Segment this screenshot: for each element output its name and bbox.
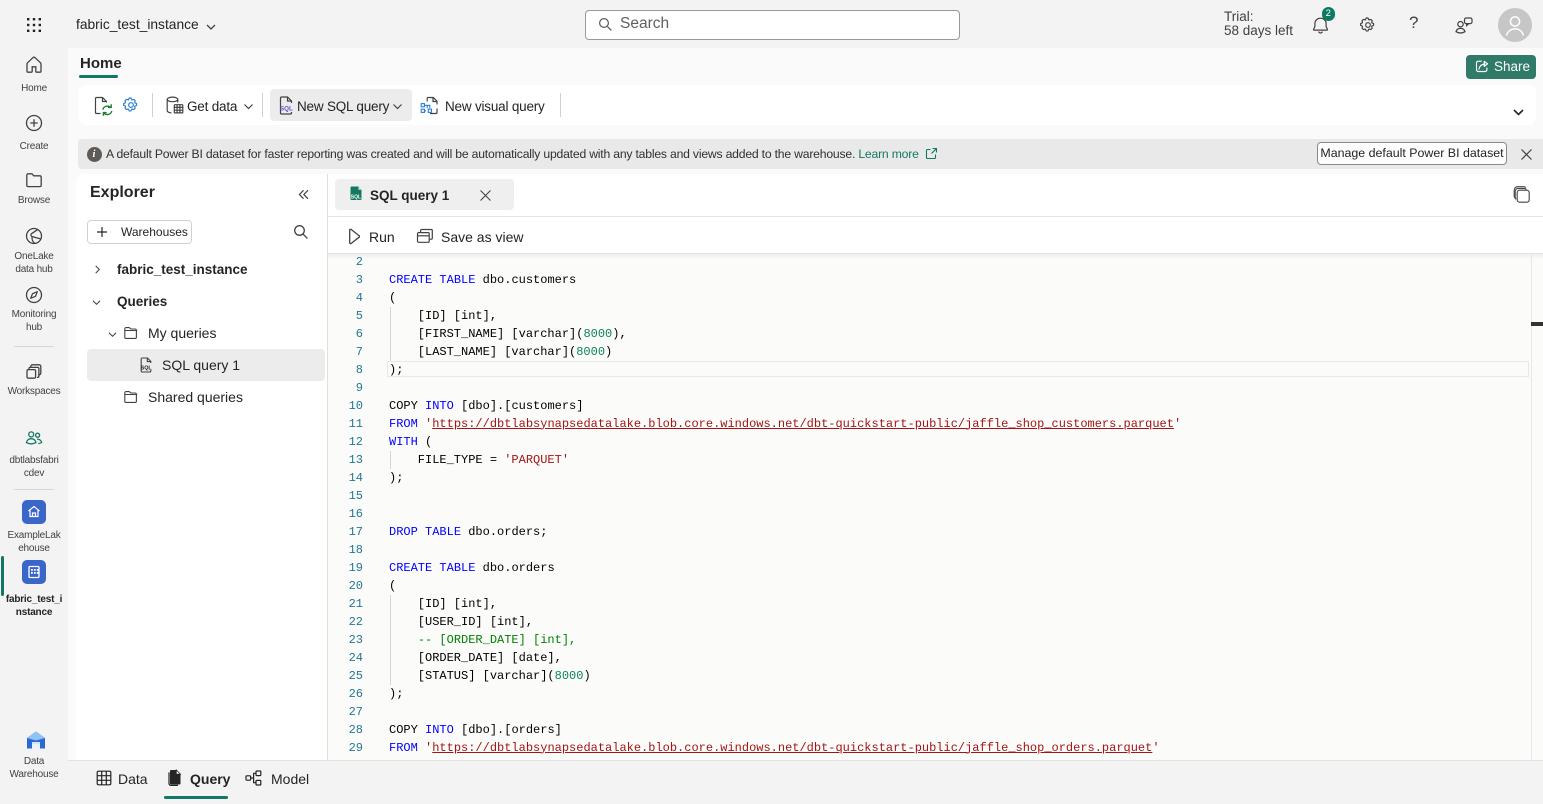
svg-text:SQL: SQL xyxy=(141,366,153,372)
svg-text:SQL: SQL xyxy=(280,106,293,113)
svg-text:SQL: SQL xyxy=(351,194,361,200)
